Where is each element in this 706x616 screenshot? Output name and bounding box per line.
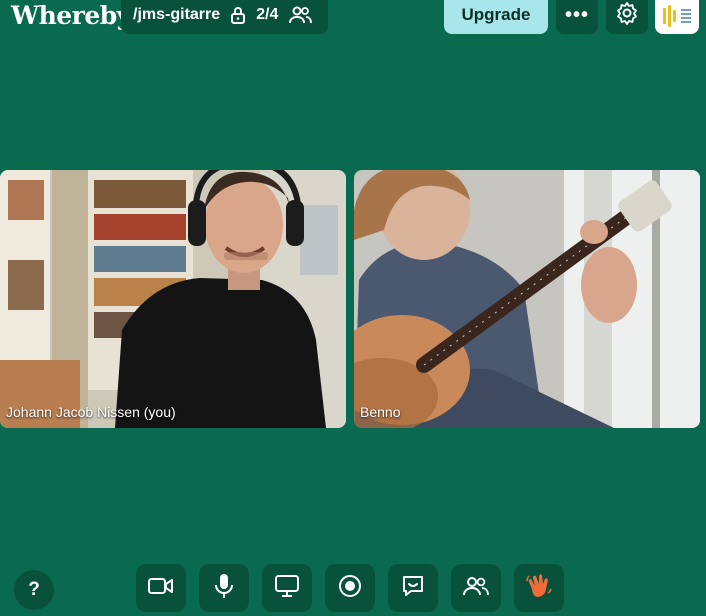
- participant-video-tile[interactable]: Johann Jacob Nissen (you): [0, 170, 346, 428]
- room-name: /jms-gitarre: [133, 6, 221, 23]
- raise-hand-button[interactable]: [514, 564, 564, 612]
- participant-name: Johann Jacob Nissen (you): [6, 404, 176, 420]
- chat-button[interactable]: [388, 564, 438, 612]
- participant-video: [0, 170, 346, 428]
- people-button[interactable]: [451, 564, 501, 612]
- people-icon: [288, 6, 313, 24]
- participant-video-tile[interactable]: Benno: [354, 170, 700, 428]
- lock-icon: [230, 6, 246, 24]
- camera-icon: [148, 577, 174, 600]
- screenshare-button[interactable]: [262, 564, 312, 612]
- more-options-button[interactable]: •••: [556, 0, 598, 34]
- upgrade-button[interactable]: Upgrade: [444, 0, 548, 34]
- settings-button[interactable]: [606, 0, 648, 34]
- gear-icon: [615, 1, 639, 30]
- microphone-icon: [214, 573, 234, 604]
- help-button[interactable]: ?: [14, 570, 54, 610]
- whereby-logo: Whereby: [11, 1, 131, 30]
- people-icon: [463, 576, 489, 601]
- record-button[interactable]: [325, 564, 375, 612]
- waving-hand-icon: [526, 573, 552, 604]
- screen-icon: [275, 574, 299, 602]
- participant-count: 2/4: [256, 6, 279, 23]
- record-icon: [338, 574, 362, 603]
- microphone-button[interactable]: [199, 564, 249, 612]
- participant-video: [354, 170, 700, 428]
- camera-button[interactable]: [136, 564, 186, 612]
- organization-logo[interactable]: [655, 0, 699, 34]
- participant-name: Benno: [360, 404, 401, 420]
- room-info-pill[interactable]: /jms-gitarre 2/4: [121, 0, 328, 34]
- chat-icon: [401, 574, 425, 603]
